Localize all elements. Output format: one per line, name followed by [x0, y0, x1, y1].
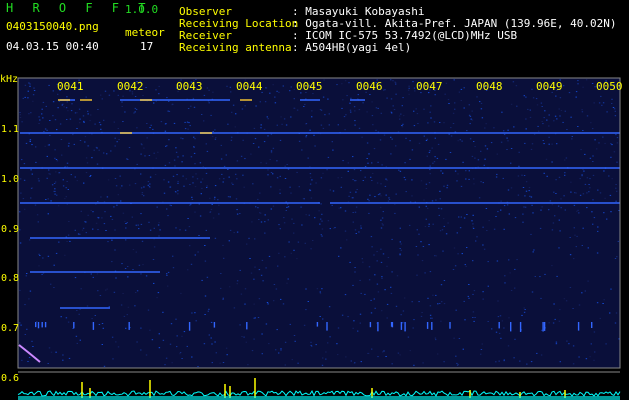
x-tick-0043: 0043 [176, 80, 203, 93]
y-tick-1.0: 1.0 [1, 174, 20, 185]
x-tick-0048: 0048 [476, 80, 503, 93]
x-tick-0042: 0042 [117, 80, 144, 93]
x-tick-0041: 0041 [57, 80, 84, 93]
y-tick-0.9: 0.9 [1, 224, 20, 235]
y-tick-0.7: 0.7 [1, 323, 20, 334]
spectrogram-plot [17, 77, 621, 400]
x-tick-0050: 0050 [596, 80, 623, 93]
y-tick-0.6: 0.6 [1, 373, 20, 384]
amplitude-strip [18, 373, 620, 399]
x-tick-0049: 0049 [536, 80, 563, 93]
x-tick-0046: 0046 [356, 80, 383, 93]
y-unit-label: kHz [0, 74, 19, 85]
y-tick-1.1: 1.1 [1, 124, 20, 135]
x-tick-0047: 0047 [416, 80, 443, 93]
y-tick-0.8: 0.8 [1, 273, 20, 284]
x-tick-0045: 0045 [296, 80, 323, 93]
spectrogram-area [18, 78, 620, 368]
x-tick-0044: 0044 [236, 80, 263, 93]
